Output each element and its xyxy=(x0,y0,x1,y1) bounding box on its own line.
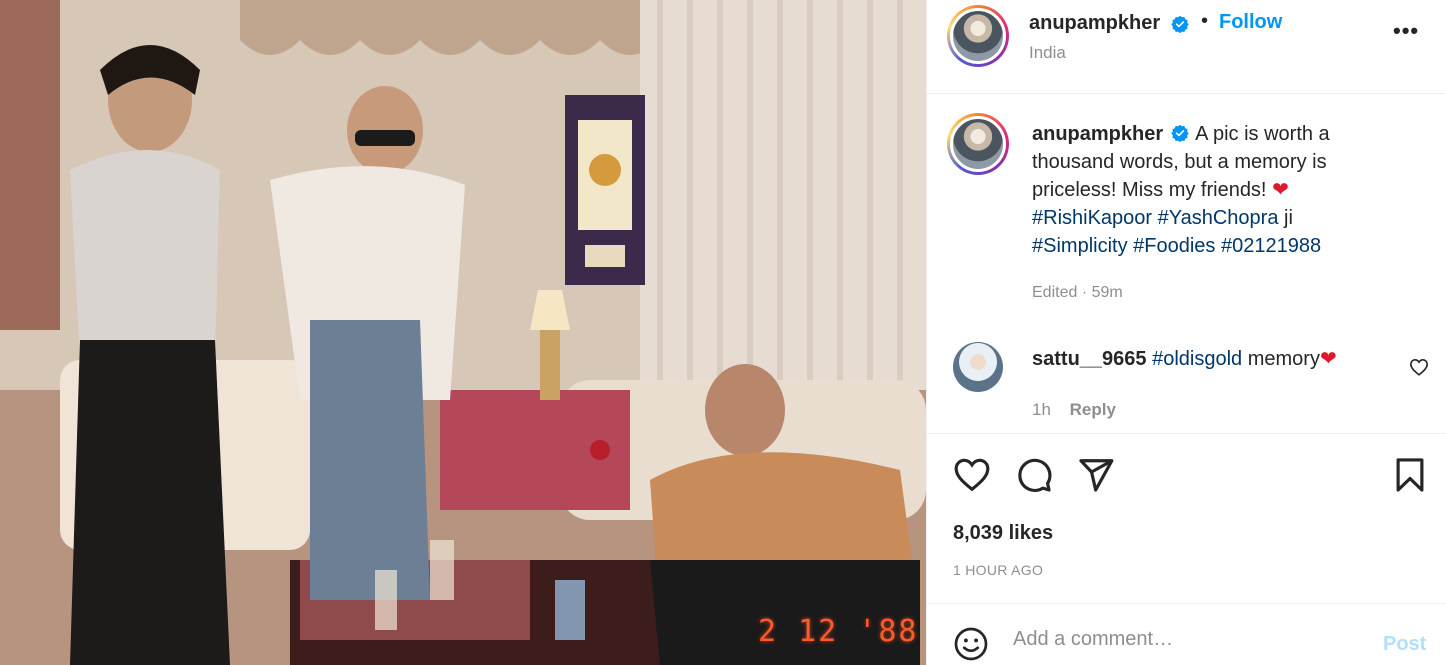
hashtag-yashchopra[interactable]: #YashChopra xyxy=(1158,207,1279,229)
post-location[interactable]: India xyxy=(1029,43,1066,63)
comment-hashtag[interactable]: #oldisgold xyxy=(1152,348,1242,370)
post-time-ago: 1 HOUR AGO xyxy=(953,562,1044,578)
heart-outline-icon[interactable] xyxy=(953,456,991,494)
comment-heart-emoji: ❤ xyxy=(1319,348,1337,370)
comment-time: 1h xyxy=(1032,400,1051,419)
comment-icon[interactable] xyxy=(1015,456,1053,494)
hashtag-foodies[interactable]: #Foodies xyxy=(1133,235,1215,257)
caption-word-ji: ji xyxy=(1284,207,1293,229)
hashtag-date[interactable]: #02121988 xyxy=(1221,235,1321,257)
verified-badge-icon xyxy=(1171,15,1189,33)
actions-divider xyxy=(927,433,1446,434)
comment-username[interactable]: sattu__9665 xyxy=(1032,348,1147,370)
add-comment-input[interactable] xyxy=(1013,628,1363,651)
hashtag-simplicity[interactable]: #Simplicity xyxy=(1032,235,1128,257)
post-comment-button[interactable]: Post xyxy=(1383,633,1426,656)
more-options-button[interactable]: ••• xyxy=(1393,18,1419,44)
comment-meta: 1h Reply xyxy=(1032,400,1116,420)
comment-text: memory xyxy=(1247,348,1320,370)
follow-button[interactable]: Follow xyxy=(1219,11,1282,34)
reply-button[interactable]: Reply xyxy=(1070,400,1116,419)
post-caption: anupampkher A pic is worth a thousand wo… xyxy=(1032,120,1372,260)
photo-scene xyxy=(0,0,926,665)
comment-body: sattu__9665 #oldisgold memory❤ xyxy=(1032,346,1337,371)
bookmark-icon[interactable] xyxy=(1391,456,1429,494)
caption-username[interactable]: anupampkher xyxy=(1032,123,1163,145)
caption-verified-badge-icon xyxy=(1171,124,1189,143)
header-username[interactable]: anupampkher xyxy=(1029,12,1160,35)
like-comment-icon[interactable] xyxy=(1409,358,1429,376)
author-avatar[interactable] xyxy=(947,5,1009,67)
emoji-icon[interactable] xyxy=(953,626,989,662)
post-photo: 2 12 '88 xyxy=(0,0,926,665)
header-separator: • xyxy=(1201,10,1209,32)
comment-box-divider xyxy=(927,603,1446,604)
caption-author-avatar[interactable] xyxy=(947,113,1009,175)
photo-datestamp: 2 12 '88 xyxy=(758,614,919,649)
likes-count[interactable]: 8,039 likes xyxy=(953,522,1053,545)
caption-heart-emoji: ❤ xyxy=(1272,179,1289,201)
header-divider xyxy=(927,93,1446,94)
hashtag-rishikapoor[interactable]: #RishiKapoor xyxy=(1032,207,1152,229)
post-details-panel: anupampkher • Follow India ••• anupampkh… xyxy=(926,0,1446,665)
edited-timestamp: Edited · 59m xyxy=(1032,284,1123,301)
share-icon[interactable] xyxy=(1077,456,1115,494)
commenter-avatar[interactable] xyxy=(953,342,1003,392)
